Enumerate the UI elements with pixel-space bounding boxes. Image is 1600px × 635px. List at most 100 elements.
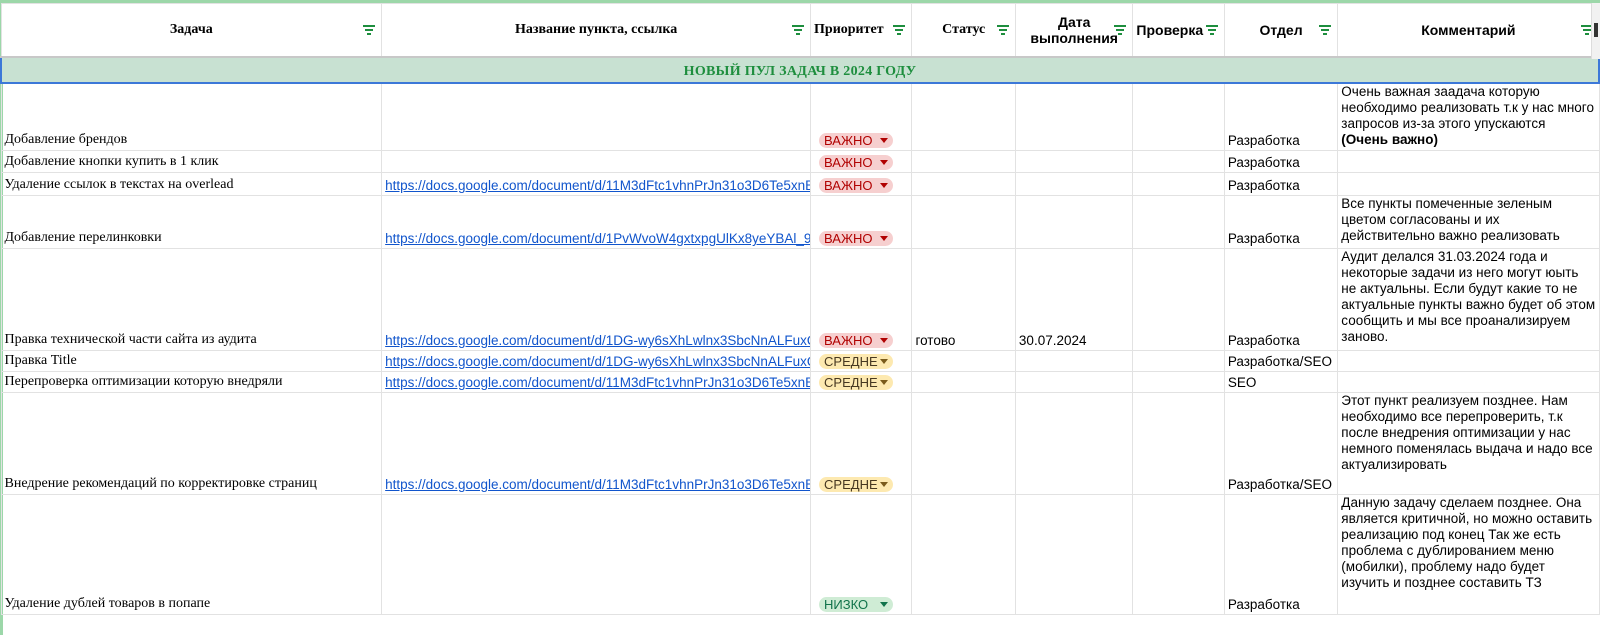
header-comment[interactable]: Комментарий bbox=[1337, 3, 1600, 58]
filter-icon[interactable] bbox=[1114, 25, 1127, 35]
column-resize-handle[interactable] bbox=[1594, 23, 1598, 37]
cell-link[interactable]: https://docs.google.com/document/d/1PvWv… bbox=[381, 195, 812, 249]
cell-comment[interactable]: Этот пункт реализуем позднее. Нам необхо… bbox=[1337, 392, 1600, 495]
cell-dept[interactable]: Разработка bbox=[1223, 494, 1339, 615]
cell-date[interactable] bbox=[1014, 494, 1134, 615]
cell-dept[interactable]: Разработка/SEO bbox=[1223, 350, 1339, 372]
cell-link[interactable] bbox=[381, 150, 812, 173]
cell-task[interactable]: Добавление перелинковки bbox=[0, 195, 383, 249]
priority-dropdown-chip[interactable]: ВАЖНО bbox=[819, 178, 894, 193]
cell-comment[interactable]: Очень важная заадача которую необходимо … bbox=[1337, 82, 1600, 151]
cell-task[interactable]: Добавление кнопки купить в 1 клик bbox=[0, 150, 383, 173]
section-band-row[interactable]: НОВЫЙ ПУЛ ЗАДАЧ В 2024 ГОДУ bbox=[0, 56, 1600, 84]
cell-link[interactable]: https://docs.google.com/document/d/11M3d… bbox=[381, 371, 812, 393]
header-status[interactable]: Статус bbox=[911, 3, 1016, 58]
cell-comment[interactable]: Все пункты помеченные зеленым цветом сог… bbox=[1337, 195, 1600, 249]
cell-dept[interactable]: Разработка bbox=[1223, 150, 1339, 173]
cell-dept[interactable]: Разработка bbox=[1223, 248, 1339, 351]
cell-priority[interactable]: СРЕДНЕ bbox=[810, 392, 913, 495]
cell-date[interactable] bbox=[1014, 172, 1134, 196]
cell-priority[interactable]: ВАЖНО bbox=[810, 82, 913, 151]
cell-dept[interactable]: Разработка bbox=[1223, 82, 1339, 151]
cell-date[interactable] bbox=[1014, 82, 1134, 151]
table-row[interactable]: Удаление дублей товаров в попапе НИЗКО Раз… bbox=[0, 494, 1600, 615]
priority-dropdown-chip[interactable]: СРЕДНЕ bbox=[819, 477, 894, 492]
cell-task[interactable]: Удаление дублей товаров в попапе bbox=[0, 494, 383, 615]
cell-comment[interactable]: Аудит делался 31.03.2024 года и некоторы… bbox=[1337, 248, 1600, 351]
table-row[interactable]: Добавление кнопки купить в 1 клик ВАЖНО Ра… bbox=[0, 150, 1600, 173]
table-row[interactable]: Удаление ссылок в текстах на overlead htt… bbox=[0, 172, 1600, 196]
doc-link[interactable]: https://docs.google.com/document/d/11M3d… bbox=[385, 375, 809, 390]
priority-dropdown-chip[interactable]: ВАЖНО bbox=[819, 333, 894, 348]
filter-icon[interactable] bbox=[1319, 25, 1332, 35]
cell-check[interactable] bbox=[1132, 172, 1225, 196]
cell-check[interactable] bbox=[1132, 195, 1225, 249]
cell-status[interactable] bbox=[911, 150, 1016, 173]
doc-link[interactable]: https://docs.google.com/document/d/1DG-w… bbox=[385, 333, 809, 348]
priority-dropdown-chip[interactable]: СРЕДНЕ bbox=[819, 375, 894, 390]
cell-priority[interactable]: СРЕДНЕ bbox=[810, 371, 913, 393]
table-row[interactable]: Перепроверка оптимизации которую внедрял… bbox=[0, 371, 1600, 393]
cell-status[interactable] bbox=[911, 350, 1016, 372]
cell-status[interactable] bbox=[911, 172, 1016, 196]
cell-priority[interactable]: ВАЖНО bbox=[810, 172, 913, 196]
doc-link[interactable]: https://docs.google.com/document/d/1PvWv… bbox=[385, 231, 809, 246]
cell-date[interactable] bbox=[1014, 350, 1134, 372]
header-priority[interactable]: Приоритет bbox=[810, 3, 913, 58]
cell-status[interactable] bbox=[911, 82, 1016, 151]
priority-dropdown-chip[interactable]: ВАЖНО bbox=[819, 231, 894, 246]
cell-date[interactable] bbox=[1014, 195, 1134, 249]
table-row[interactable]: Добавление перелинковки https://docs.goog… bbox=[0, 195, 1600, 249]
filter-icon[interactable] bbox=[893, 25, 906, 35]
filter-icon[interactable] bbox=[792, 25, 805, 35]
doc-link[interactable]: https://docs.google.com/document/d/11M3d… bbox=[385, 178, 809, 193]
filter-icon[interactable] bbox=[363, 25, 376, 35]
cell-priority[interactable]: ВАЖНО bbox=[810, 248, 913, 351]
cell-date[interactable] bbox=[1014, 392, 1134, 495]
filter-icon[interactable] bbox=[1205, 25, 1218, 35]
header-dept[interactable]: Отдел bbox=[1223, 3, 1339, 58]
cell-check[interactable] bbox=[1132, 371, 1225, 393]
cell-task[interactable]: Внедрение рекомендаций по корректировке … bbox=[0, 392, 383, 495]
cell-link[interactable]: https://docs.google.com/document/d/11M3d… bbox=[381, 172, 812, 196]
cell-date[interactable] bbox=[1014, 150, 1134, 173]
table-row[interactable]: Правка технической части сайта из аудита… bbox=[0, 248, 1600, 351]
cell-task[interactable]: Правка технической части сайта из аудита bbox=[0, 248, 383, 351]
header-date[interactable]: Дата выполнения bbox=[1014, 3, 1134, 58]
cell-dept[interactable]: Разработка/SEO bbox=[1223, 392, 1339, 495]
table-row[interactable]: Внедрение рекомендаций по корректировке … bbox=[0, 392, 1600, 495]
cell-priority[interactable]: НИЗКО bbox=[810, 494, 913, 615]
cell-check[interactable] bbox=[1132, 248, 1225, 351]
cell-check[interactable] bbox=[1132, 494, 1225, 615]
cell-link[interactable]: https://docs.google.com/document/d/1DG-w… bbox=[381, 248, 812, 351]
cell-comment[interactable] bbox=[1337, 150, 1600, 173]
header-name-link[interactable]: Название пункта, ссылка bbox=[381, 3, 812, 58]
header-check[interactable]: Проверка bbox=[1132, 3, 1225, 58]
cell-comment[interactable] bbox=[1337, 172, 1600, 196]
cell-status[interactable]: готово bbox=[911, 248, 1016, 351]
cell-status[interactable] bbox=[911, 392, 1016, 495]
header-task[interactable]: Задача bbox=[0, 3, 383, 58]
cell-comment[interactable] bbox=[1337, 371, 1600, 393]
cell-dept[interactable]: Разработка bbox=[1223, 195, 1339, 249]
doc-link[interactable]: https://docs.google.com/document/d/11M3d… bbox=[385, 477, 809, 492]
cell-dept[interactable]: Разработка bbox=[1223, 172, 1339, 196]
table-row[interactable]: Добавление брендов ВАЖНО Разработка Очень в… bbox=[0, 82, 1600, 151]
cell-status[interactable] bbox=[911, 494, 1016, 615]
priority-dropdown-chip[interactable]: ВАЖНО bbox=[819, 155, 894, 170]
cell-task[interactable]: Правка Title bbox=[0, 350, 383, 372]
cell-link[interactable] bbox=[381, 82, 812, 151]
cell-link[interactable]: https://docs.google.com/document/d/1DG-w… bbox=[381, 350, 812, 372]
priority-dropdown-chip[interactable]: СРЕДНЕ bbox=[819, 354, 894, 369]
section-band-cell[interactable]: НОВЫЙ ПУЛ ЗАДАЧ В 2024 ГОДУ bbox=[0, 56, 1600, 84]
cell-priority[interactable]: ВАЖНО bbox=[810, 195, 913, 249]
filter-icon[interactable] bbox=[996, 25, 1009, 35]
priority-dropdown-chip[interactable]: НИЗКО bbox=[819, 597, 894, 612]
cell-priority[interactable]: СРЕДНЕ bbox=[810, 350, 913, 372]
cell-link[interactable]: https://docs.google.com/document/d/11M3d… bbox=[381, 392, 812, 495]
cell-comment[interactable]: Данную задачу сделаем позднее. Она являе… bbox=[1337, 494, 1600, 615]
cell-status[interactable] bbox=[911, 195, 1016, 249]
table-row[interactable]: Правка Title https://docs.google.com/docu… bbox=[0, 350, 1600, 372]
cell-priority[interactable]: ВАЖНО bbox=[810, 150, 913, 173]
cell-dept[interactable]: SEO bbox=[1223, 371, 1339, 393]
